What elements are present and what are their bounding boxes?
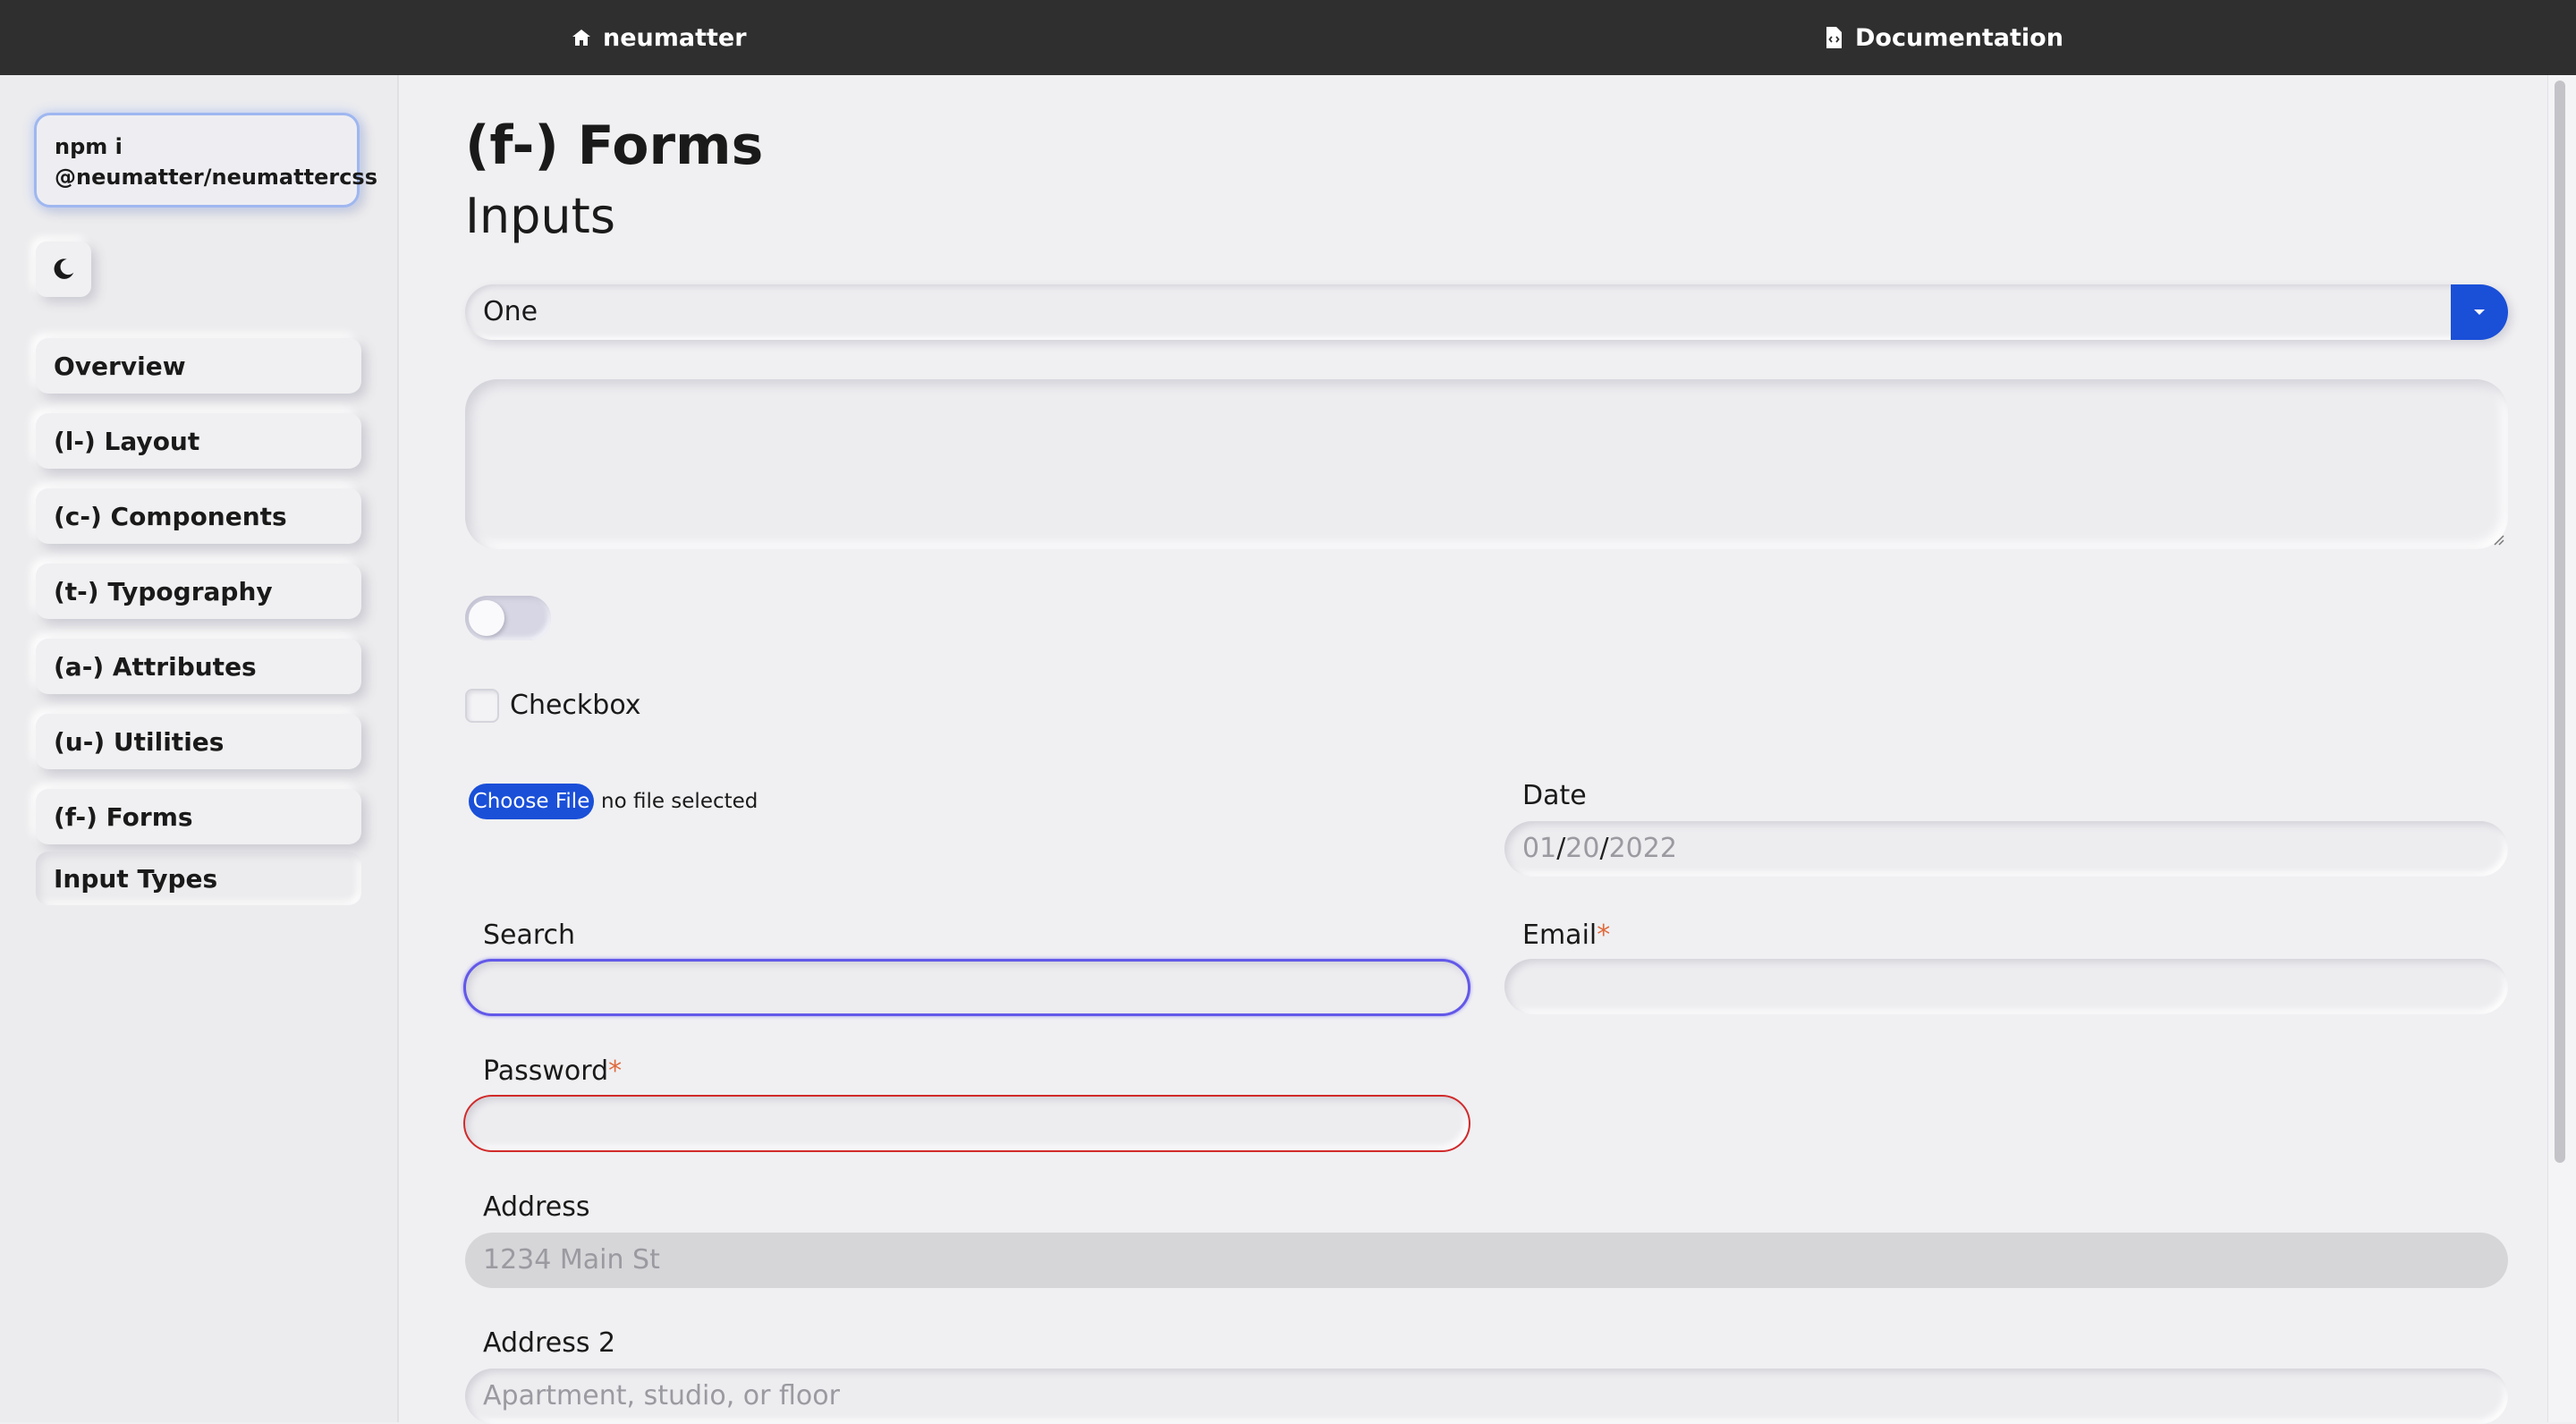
- choose-file-button[interactable]: Choose File: [469, 784, 594, 819]
- address2-input[interactable]: Apartment, studio, or floor: [465, 1369, 2508, 1424]
- address-label: Address: [483, 1191, 590, 1223]
- sidebar-item-attributes[interactable]: (a-) Attributes: [36, 639, 361, 694]
- sidebar-item-overview[interactable]: Overview: [36, 338, 361, 394]
- brand-link[interactable]: neumatter: [571, 0, 747, 75]
- scrollbar-thumb[interactable]: [2555, 81, 2565, 1163]
- checkbox[interactable]: [465, 689, 499, 723]
- toggle-switch[interactable]: [465, 596, 551, 640]
- theme-toggle-button[interactable]: [36, 242, 91, 297]
- date-separator: /: [1599, 833, 1609, 864]
- page-title: (f-) Forms: [465, 114, 764, 177]
- file-status: no file selected: [601, 790, 758, 813]
- top-bar: neumatter Documentation: [0, 0, 2576, 75]
- resize-handle-icon[interactable]: [2492, 533, 2504, 546]
- documentation-link[interactable]: Documentation: [1823, 0, 2063, 75]
- install-command[interactable]: npm i @neumatter/neumattercss: [34, 113, 377, 208]
- section-title: Inputs: [465, 188, 615, 244]
- date-separator: /: [1556, 833, 1566, 864]
- select-dropdown[interactable]: One: [465, 284, 2508, 340]
- document-code-icon: [1826, 27, 1842, 48]
- email-label-text: Email: [1522, 920, 1597, 951]
- sidebar-item-layout[interactable]: (l-) Layout: [36, 413, 361, 469]
- toggle-knob: [469, 600, 504, 636]
- password-required-mark: *: [608, 1055, 623, 1087]
- moon-icon: [54, 259, 74, 279]
- search-input[interactable]: [463, 959, 1470, 1016]
- caret-down-icon: [2474, 309, 2485, 315]
- sidebar-item-components[interactable]: (c-) Components: [36, 488, 361, 544]
- sidebar-item-utilities[interactable]: (u-) Utilities: [36, 714, 361, 769]
- brand-label: neumatter: [603, 23, 747, 52]
- email-required-mark: *: [1597, 920, 1611, 951]
- search-label: Search: [483, 920, 576, 951]
- date-day[interactable]: 20: [1565, 833, 1599, 864]
- sidebar-item-forms[interactable]: (f-) Forms: [36, 789, 361, 844]
- password-input[interactable]: [463, 1095, 1470, 1152]
- select-arrow-button[interactable]: [2451, 284, 2508, 340]
- checkbox-label[interactable]: Checkbox: [510, 689, 641, 723]
- address-input[interactable]: 1234 Main St: [465, 1233, 2508, 1288]
- date-month[interactable]: 01: [1522, 833, 1556, 864]
- home-icon: [572, 30, 590, 46]
- date-input[interactable]: 01/20/2022: [1504, 821, 2508, 877]
- main-content: [399, 75, 2547, 1422]
- date-label: Date: [1522, 780, 1587, 811]
- date-year[interactable]: 2022: [1609, 833, 1677, 864]
- documentation-label: Documentation: [1855, 23, 2063, 52]
- select-value: One: [483, 296, 538, 327]
- email-label: Email*: [1522, 920, 1610, 951]
- email-input[interactable]: [1504, 959, 2508, 1014]
- textarea-field[interactable]: [465, 379, 2508, 549]
- address2-label: Address 2: [483, 1327, 616, 1359]
- password-label: Password*: [483, 1055, 622, 1087]
- sidebar-subitem-input-types[interactable]: Input Types: [36, 852, 361, 905]
- sidebar-item-typography[interactable]: (t-) Typography: [36, 564, 361, 619]
- sidebar: npm i @neumatter/neumattercss Overview (…: [0, 75, 399, 1422]
- password-label-text: Password: [483, 1055, 609, 1087]
